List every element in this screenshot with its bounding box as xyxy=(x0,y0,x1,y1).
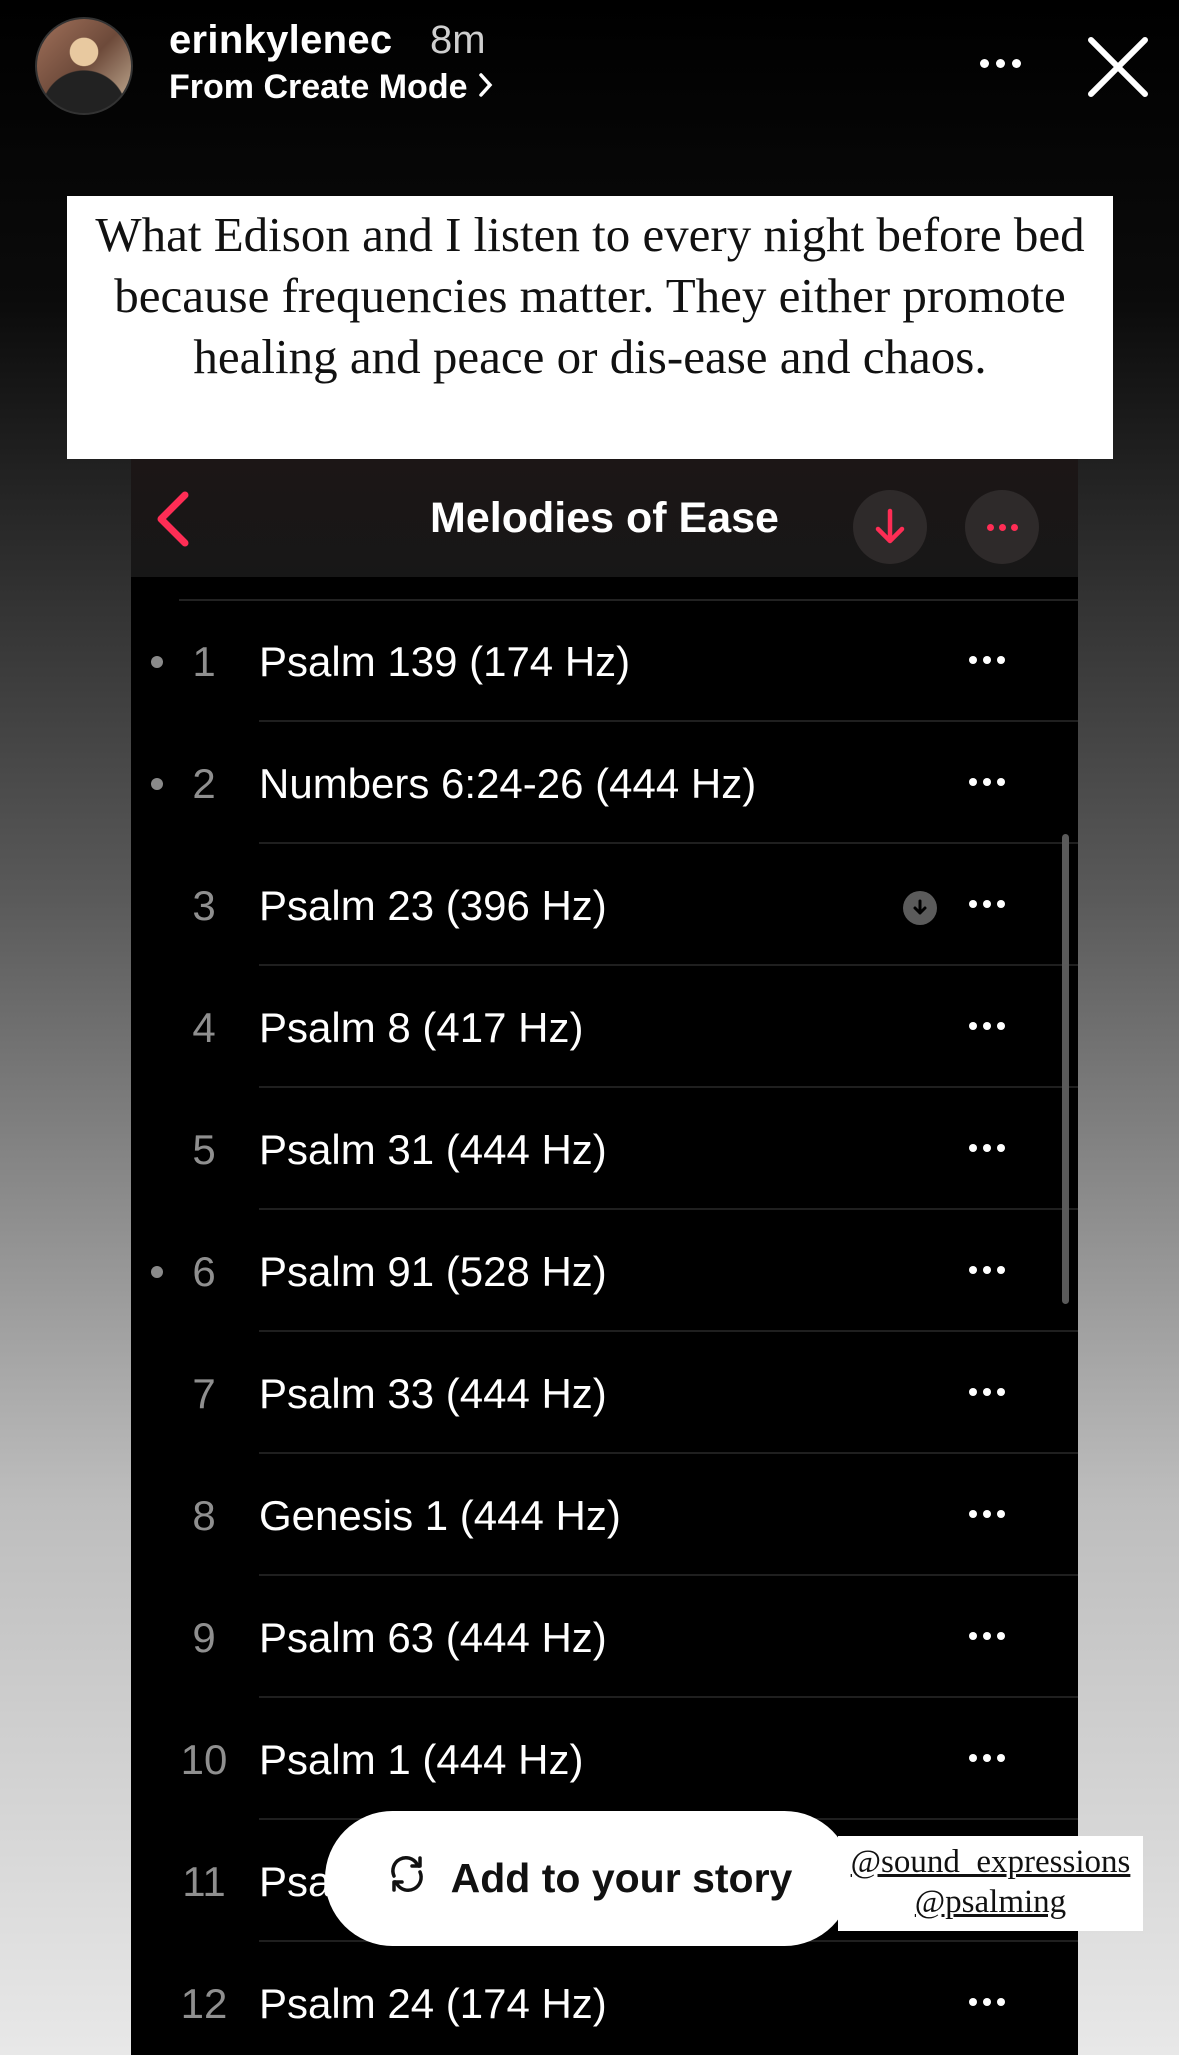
track-row[interactable]: 2 Numbers 6:24-26 (444 Hz) xyxy=(131,722,1078,844)
playlist-header: Melodies of Ease xyxy=(131,459,1078,577)
add-to-story-button[interactable]: Add to your story xyxy=(325,1811,852,1946)
track-row[interactable]: 6 Psalm 91 (528 Hz) xyxy=(131,1210,1078,1332)
download-icon[interactable] xyxy=(853,490,927,564)
track-row[interactable]: 4 Psalm 8 (417 Hz) xyxy=(131,966,1078,1088)
track-number: 9 xyxy=(192,1614,216,1661)
track-title: Genesis 1 (444 Hz) xyxy=(259,1492,621,1539)
add-to-story-label: Add to your story xyxy=(450,1855,793,1901)
story-time: 8m xyxy=(430,18,486,62)
track-row[interactable]: 3 Psalm 23 (396 Hz) xyxy=(131,844,1078,966)
story-source-label: From Create Mode xyxy=(169,68,468,106)
track-number: 2 xyxy=(192,760,216,807)
track-more-icon[interactable] xyxy=(969,1022,1005,1030)
track-number: 4 xyxy=(192,1004,216,1051)
track-title: Psalm 1 (444 Hz) xyxy=(259,1736,584,1783)
track-more-icon[interactable] xyxy=(969,1266,1005,1274)
mention-stickers[interactable]: @sound_expressions @psalming xyxy=(838,1836,1143,1931)
track-more-icon[interactable] xyxy=(969,1998,1005,2006)
mention-link[interactable]: @psalming xyxy=(838,1882,1143,1922)
track-row[interactable]: 7 Psalm 33 (444 Hz) xyxy=(131,1332,1078,1454)
track-title: Psalm 24 (174 Hz) xyxy=(259,1980,607,2027)
track-title: Psa xyxy=(259,1858,332,1905)
track-number: 3 xyxy=(192,882,216,929)
track-title: Psalm 23 (396 Hz) xyxy=(259,882,607,929)
track-number: 1 xyxy=(192,638,216,685)
track-row[interactable]: 12 Psalm 24 (174 Hz) xyxy=(131,1942,1078,2055)
track-row[interactable]: 5 Psalm 31 (444 Hz) xyxy=(131,1088,1078,1210)
track-row[interactable]: 1 Psalm 139 (174 Hz) xyxy=(131,600,1078,722)
playlist-title: Melodies of Ease xyxy=(430,494,779,542)
track-more-icon[interactable] xyxy=(969,1510,1005,1518)
track-more-icon[interactable] xyxy=(969,900,1005,908)
downloaded-icon xyxy=(903,891,937,925)
track-title: Psalm 63 (444 Hz) xyxy=(259,1614,607,1661)
track-row[interactable]: 10 Psalm 1 (444 Hz) xyxy=(131,1698,1078,1820)
track-more-icon[interactable] xyxy=(969,1388,1005,1396)
track-row[interactable]: 9 Psalm 63 (444 Hz) xyxy=(131,1576,1078,1698)
avatar[interactable] xyxy=(35,17,133,115)
played-indicator xyxy=(151,778,163,790)
track-more-icon[interactable] xyxy=(969,656,1005,664)
track-number: 10 xyxy=(180,1736,228,1783)
track-title: Psalm 31 (444 Hz) xyxy=(259,1126,607,1173)
close-icon[interactable] xyxy=(1083,32,1153,102)
track-more-icon[interactable] xyxy=(969,778,1005,786)
mention-link[interactable]: @sound_expressions xyxy=(838,1842,1143,1882)
track-title: Numbers 6:24-26 (444 Hz) xyxy=(259,760,757,807)
track-number: 5 xyxy=(192,1126,216,1173)
track-title: Psalm 139 (174 Hz) xyxy=(259,638,631,685)
story-username[interactable]: erinkylenec xyxy=(169,18,392,63)
track-number: 6 xyxy=(192,1248,216,1295)
track-number: 12 xyxy=(180,1980,228,2027)
track-title: Psalm 91 (528 Hz) xyxy=(259,1248,607,1295)
track-number: 8 xyxy=(192,1492,216,1539)
track-more-icon[interactable] xyxy=(969,1632,1005,1640)
track-number: 7 xyxy=(192,1370,216,1417)
played-indicator xyxy=(151,656,163,668)
story-source-link[interactable]: From Create Mode xyxy=(169,68,494,107)
repost-icon xyxy=(385,1852,429,1906)
playlist-more-icon[interactable] xyxy=(965,490,1039,564)
track-title: Psalm 33 (444 Hz) xyxy=(259,1370,607,1417)
story-more-icon[interactable] xyxy=(970,38,1030,88)
track-number: 11 xyxy=(182,1858,226,1905)
track-title: Psalm 8 (417 Hz) xyxy=(259,1004,584,1051)
chevron-right-icon xyxy=(478,68,494,107)
track-more-icon[interactable] xyxy=(969,1754,1005,1762)
played-indicator xyxy=(151,1266,163,1278)
story-caption: What Edison and I listen to every night … xyxy=(67,196,1113,459)
track-row[interactable]: 8 Genesis 1 (444 Hz) xyxy=(131,1454,1078,1576)
track-more-icon[interactable] xyxy=(969,1144,1005,1152)
scrollbar[interactable] xyxy=(1062,834,1069,1304)
